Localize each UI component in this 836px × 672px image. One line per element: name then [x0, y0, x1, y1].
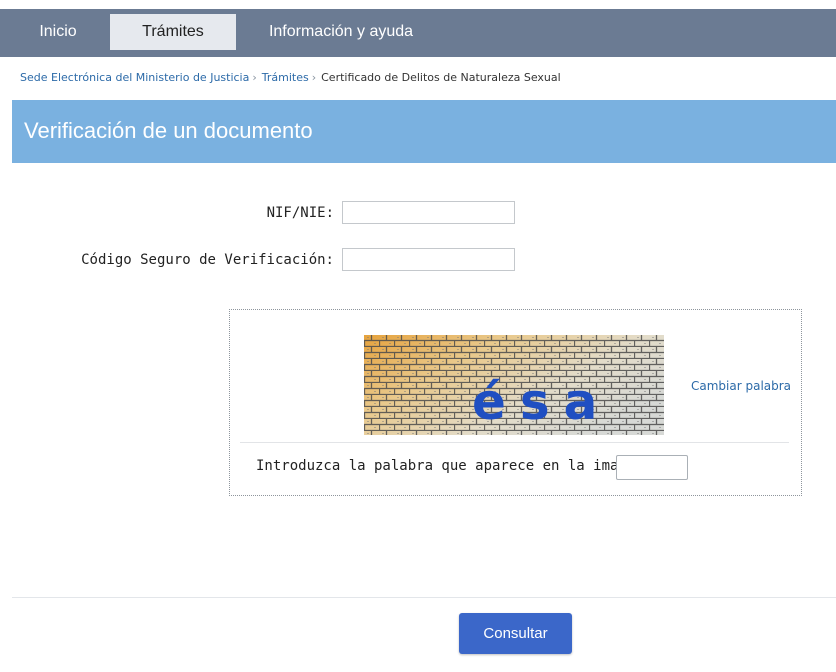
captcha-image: ésa — [364, 335, 664, 435]
breadcrumb: Sede Electrónica del Ministerio de Justi… — [20, 71, 561, 84]
captcha-input[interactable] — [616, 455, 688, 480]
captcha-divider — [240, 442, 789, 443]
captcha-word: ésa — [472, 373, 611, 431]
breadcrumb-current: Certificado de Delitos de Naturaleza Sex… — [321, 71, 561, 84]
title-band: Verificación de un documento — [12, 100, 836, 163]
nif-input[interactable] — [342, 201, 515, 224]
nif-label: NIF/NIE: — [266, 205, 334, 221]
breadcrumb-link-sede[interactable]: Sede Electrónica del Ministerio de Justi… — [20, 71, 249, 84]
top-nav-bar: Inicio Trámites Información y ayuda — [0, 9, 836, 57]
csv-input[interactable] — [342, 248, 515, 271]
nav-item-tramites[interactable]: Trámites — [110, 14, 236, 50]
footer-divider — [12, 597, 836, 598]
captcha-prompt: Introduzca la palabra que aparece en la … — [256, 458, 653, 474]
change-word-link[interactable]: Cambiar palabra — [691, 379, 791, 393]
breadcrumb-link-tramites[interactable]: Trámites — [262, 71, 309, 84]
csv-label: Código Seguro de Verificación: — [81, 252, 334, 268]
breadcrumb-separator: › — [252, 71, 257, 84]
captcha-box: ésa Cambiar palabra Introduzca la palabr… — [229, 309, 802, 496]
nav-item-informacion-ayuda[interactable]: Información y ayuda — [258, 9, 424, 57]
breadcrumb-separator: › — [311, 71, 317, 84]
consultar-button[interactable]: Consultar — [459, 613, 572, 654]
nav-item-inicio[interactable]: Inicio — [22, 9, 94, 57]
page-title: Verificación de un documento — [24, 118, 313, 143]
